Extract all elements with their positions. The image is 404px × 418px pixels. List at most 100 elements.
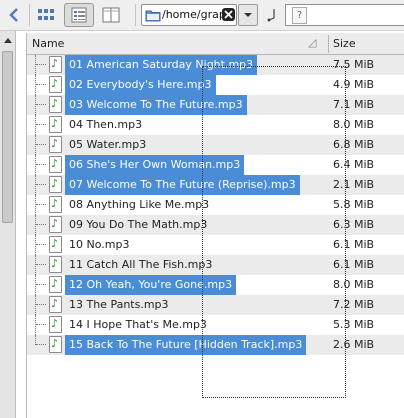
tree-connector xyxy=(35,195,47,215)
list-view-icon xyxy=(71,7,87,23)
file-list[interactable]: Name ◿ Size ♪ 01 American Saturday Night.… xyxy=(26,33,404,418)
tree-connector xyxy=(35,75,47,95)
audio-file-icon: ♪ xyxy=(49,136,62,153)
search-icon: ? xyxy=(292,7,307,24)
audio-file-icon: ♪ xyxy=(49,156,62,173)
location-path: /home/grap xyxy=(162,8,222,21)
file-name: 01 American Saturday Night.mp3 xyxy=(65,55,258,75)
grid-view-icon xyxy=(38,9,54,20)
audio-file-icon: ♪ xyxy=(49,216,62,233)
scroll-up-arrow-icon[interactable] xyxy=(1,34,15,46)
tree-connector xyxy=(35,275,47,295)
file-name: 08 Anything Like Me.mp3 xyxy=(69,198,210,211)
tree-connector xyxy=(35,55,47,75)
audio-file-icon: ♪ xyxy=(49,116,62,133)
arrow-left-icon xyxy=(9,8,18,22)
file-row[interactable]: ♪ 13 The Pants.mp3 7.2 MiB xyxy=(27,295,404,315)
file-name: 03 Welcome To The Future.mp3 xyxy=(65,95,247,115)
tree-connector xyxy=(35,95,47,115)
file-row[interactable]: ♪ 08 Anything Like Me.mp3 5.8 MiB xyxy=(27,195,404,215)
audio-file-icon: ♪ xyxy=(49,96,62,113)
clear-location-icon[interactable] xyxy=(222,8,235,21)
toolbar-separator xyxy=(135,4,136,26)
file-size: 2.6 MiB xyxy=(333,338,375,351)
tree-connector xyxy=(35,295,47,315)
audio-file-icon: ♪ xyxy=(49,256,62,273)
file-name: 04 Then.mp3 xyxy=(69,118,143,131)
file-name: 07 Welcome To The Future (Reprise).mp3 xyxy=(65,175,300,195)
file-name: 12 Oh Yeah, You're Gone.mp3 xyxy=(65,275,237,295)
icon-view-button[interactable] xyxy=(33,3,59,27)
chevron-down-icon xyxy=(244,13,252,17)
audio-file-icon: ♪ xyxy=(49,276,62,293)
columns-view-icon xyxy=(102,7,120,23)
audio-file-icon: ♪ xyxy=(49,336,62,353)
tree-connector xyxy=(35,315,47,335)
file-name: 09 You Do The Math.mp3 xyxy=(69,218,208,231)
tree-connector xyxy=(35,135,47,155)
file-row[interactable]: ♪ 12 Oh Yeah, You're Gone.mp3 8.0 MiB xyxy=(27,275,404,295)
file-size: 6.3 MiB xyxy=(333,218,375,231)
file-name: 05 Water.mp3 xyxy=(69,138,147,151)
size-column-header[interactable]: Size xyxy=(333,37,356,50)
file-name: 10 No.mp3 xyxy=(69,238,130,251)
file-size: 8.0 MiB xyxy=(333,278,375,291)
file-row[interactable]: ♪ 07 Welcome To The Future (Reprise).mp3 2… xyxy=(27,175,404,195)
file-name: 02 Everybody's Here.mp3 xyxy=(65,75,216,95)
file-size: 6.1 MiB xyxy=(333,258,375,271)
file-name: 11 Catch All The Fish.mp3 xyxy=(69,258,213,271)
file-size: 8.0 MiB xyxy=(333,118,375,131)
file-row[interactable]: ♪ 10 No.mp3 6.1 MiB xyxy=(27,235,404,255)
sort-ascending-icon: ◿ xyxy=(308,36,317,49)
file-name: 13 The Pants.mp3 xyxy=(69,298,169,311)
tree-connector xyxy=(35,115,47,135)
file-row[interactable]: ♪ 02 Everybody's Here.mp3 4.9 MiB xyxy=(27,75,404,95)
file-size: 7.5 MiB xyxy=(333,58,375,71)
location-history-button[interactable] xyxy=(238,4,258,26)
file-size: 2.1 MiB xyxy=(333,178,375,191)
file-row[interactable]: ♪ 03 Welcome To The Future.mp3 7.1 MiB xyxy=(27,95,404,115)
file-size: 4.9 MiB xyxy=(333,78,375,91)
back-button[interactable] xyxy=(3,3,25,27)
vertical-scrollbar[interactable] xyxy=(0,31,16,418)
list-view-button[interactable] xyxy=(64,3,94,27)
scrollbar-thumb[interactable] xyxy=(2,51,13,223)
file-row[interactable]: ♪ 15 Back To The Future [Hidden Track].mp… xyxy=(27,335,404,355)
name-column-header[interactable]: Name xyxy=(32,37,64,50)
file-row[interactable]: ♪ 04 Then.mp3 8.0 MiB xyxy=(27,115,404,135)
tree-connector xyxy=(35,175,47,195)
file-row[interactable]: ♪ 11 Catch All The Fish.mp3 6.1 MiB xyxy=(27,255,404,275)
tree-connector xyxy=(35,235,47,255)
toolbar-separator xyxy=(29,4,30,26)
audio-file-icon: ♪ xyxy=(49,196,62,213)
file-size: 7.2 MiB xyxy=(333,298,375,311)
location-field[interactable]: /home/grap xyxy=(141,4,237,26)
file-row[interactable]: ♪ 05 Water.mp3 6.8 MiB xyxy=(27,135,404,155)
file-row[interactable]: ♪ 09 You Do The Math.mp3 6.3 MiB xyxy=(27,215,404,235)
search-field[interactable]: ? xyxy=(285,4,404,26)
tree-connector xyxy=(35,215,47,235)
file-row[interactable]: ♪ 01 American Saturday Night.mp3 7.5 MiB xyxy=(27,55,404,75)
folder-icon xyxy=(145,10,161,22)
audio-file-icon: ♪ xyxy=(49,176,62,193)
tree-connector xyxy=(35,255,47,275)
file-row[interactable]: ♪ 14 I Hope That's Me.mp3 5.3 MiB xyxy=(27,315,404,335)
audio-file-icon: ♪ xyxy=(49,296,62,313)
edit-location-button[interactable] xyxy=(262,3,282,27)
file-name: 15 Back To The Future [Hidden Track].mp3 xyxy=(65,335,307,355)
file-size: 7.1 MiB xyxy=(333,98,375,111)
column-divider[interactable] xyxy=(328,35,329,53)
audio-file-icon: ♪ xyxy=(49,56,62,73)
pencil-icon xyxy=(267,9,275,22)
file-size: 5.3 MiB xyxy=(333,318,375,331)
file-name: 06 She's Her Own Woman.mp3 xyxy=(65,155,245,175)
tree-connector xyxy=(35,335,47,355)
audio-file-icon: ♪ xyxy=(49,236,62,253)
audio-file-icon: ♪ xyxy=(49,76,62,93)
column-header: Name ◿ Size xyxy=(27,33,404,55)
file-name: 14 I Hope That's Me.mp3 xyxy=(69,318,207,331)
file-row[interactable]: ♪ 06 She's Her Own Woman.mp3 6.4 MiB xyxy=(27,155,404,175)
file-size: 6.1 MiB xyxy=(333,238,375,251)
toolbar: /home/grap ? xyxy=(0,0,404,31)
compact-view-button[interactable] xyxy=(97,3,125,27)
